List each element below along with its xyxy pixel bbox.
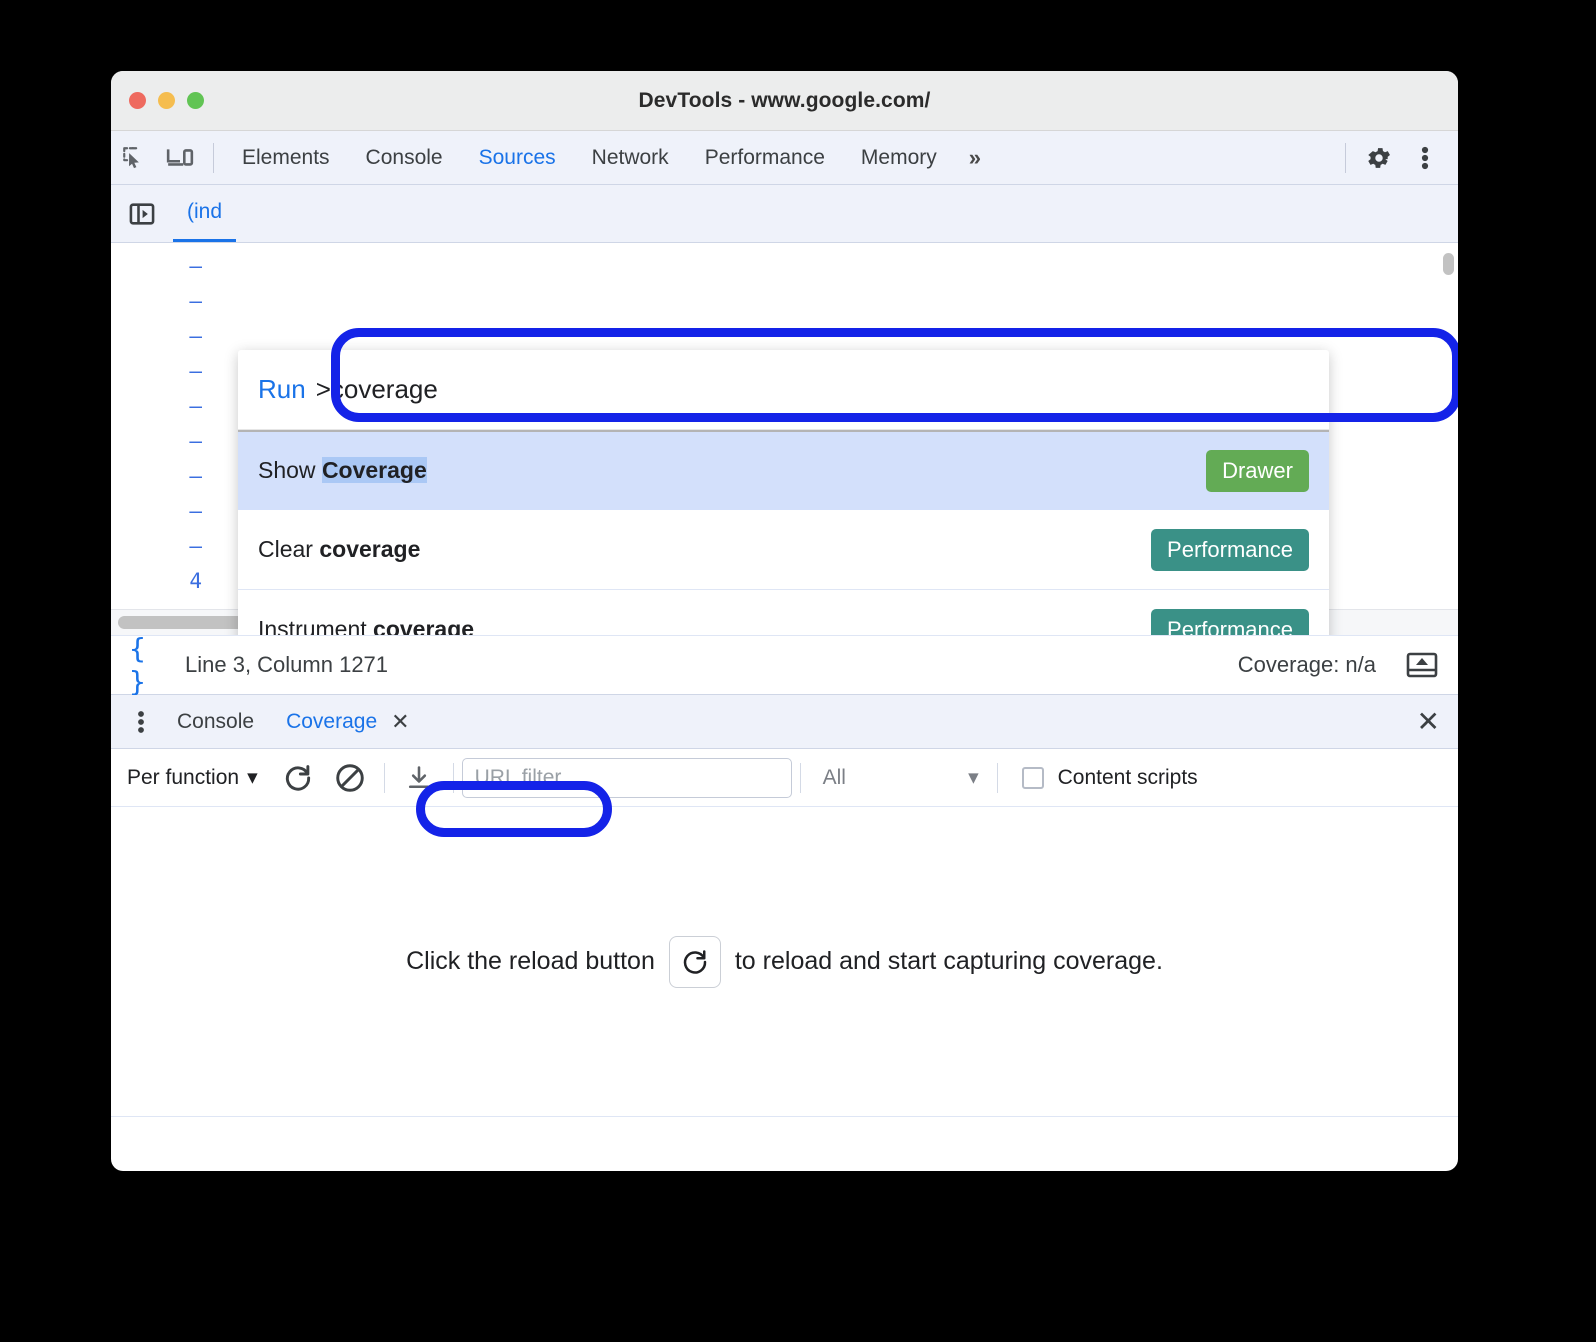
- coverage-toolbar-divider-2: [452, 762, 454, 793]
- coverage-stat-label: Coverage: n/a: [1237, 652, 1376, 677]
- palette-item-badge: Performance: [1151, 528, 1309, 571]
- gutter-line: –: [189, 254, 202, 278]
- palette-item-clear-coverage[interactable]: Clear coverage Performance: [238, 510, 1329, 590]
- drawer-tab-coverage[interactable]: Coverage ✕: [270, 696, 426, 748]
- window-title: DevTools - www.google.com/: [638, 88, 931, 112]
- chevron-down-icon: ▾: [247, 766, 258, 789]
- palette-item-prefix: Show: [258, 457, 322, 483]
- device-toolbar-icon[interactable]: [157, 138, 203, 178]
- show-navigator-icon[interactable]: [111, 185, 173, 242]
- palette-item-match: coverage: [373, 616, 475, 635]
- tab-memory[interactable]: Memory: [843, 132, 955, 184]
- gutter-line: –: [189, 324, 202, 348]
- coverage-mode-dropdown[interactable]: Per function ▾: [127, 765, 272, 790]
- toolbar-divider-right: [1345, 142, 1346, 173]
- window-minimize-button[interactable]: [158, 92, 175, 109]
- tab-network[interactable]: Network: [574, 132, 687, 184]
- gutter-line: –: [189, 499, 202, 523]
- gutter-line: –: [189, 534, 202, 558]
- palette-item-badge: Performance: [1151, 608, 1309, 635]
- window-close-button[interactable]: [129, 92, 146, 109]
- tab-performance[interactable]: Performance: [687, 132, 843, 184]
- editor-vertical-scrollbar[interactable]: [1443, 253, 1454, 275]
- cursor-position-label: Line 3, Column 1271: [185, 652, 389, 677]
- sources-subtoolbar: (ind: [111, 185, 1458, 243]
- coverage-panel-footer: [111, 1117, 1458, 1157]
- gutter-line: 4: [189, 569, 202, 593]
- coverage-empty-text-before: Click the reload button: [406, 947, 655, 975]
- drawer-tab-coverage-label: Coverage: [286, 709, 378, 733]
- command-palette-query-row[interactable]: Run >coverage: [238, 350, 1329, 430]
- coverage-panel-body: Click the reload button to reload and st…: [111, 807, 1458, 1117]
- more-tabs-kebab-icon[interactable]: [121, 709, 161, 735]
- reload-icon[interactable]: [668, 935, 721, 988]
- drawer-tab-console[interactable]: Console: [161, 696, 270, 748]
- coverage-toolbar-divider-4: [996, 762, 998, 793]
- download-export-icon[interactable]: [393, 756, 445, 800]
- window-titlebar: DevTools - www.google.com/: [111, 71, 1458, 131]
- coverage-toolbar-divider: [383, 762, 385, 793]
- drawer-close-icon[interactable]: ✕: [1417, 705, 1440, 738]
- editor-statusbar: { } Line 3, Column 1271 Coverage: n/a: [111, 632, 1458, 698]
- pretty-print-icon[interactable]: { }: [129, 632, 173, 698]
- tab-sources[interactable]: Sources: [461, 132, 574, 184]
- drawer-tab-coverage-close-icon[interactable]: ✕: [391, 709, 409, 735]
- palette-item-instrument-coverage[interactable]: Instrument coverage Performance: [238, 590, 1329, 635]
- content-scripts-label: Content scripts: [1057, 765, 1198, 789]
- palette-item-badge: Drawer: [1206, 449, 1309, 492]
- devtools-window: DevTools - www.google.com/ Elements Cons…: [111, 71, 1458, 1171]
- gutter-line: –: [189, 394, 202, 418]
- command-palette-run-label: Run: [258, 374, 306, 404]
- palette-item-prefix: Instrument: [258, 616, 374, 635]
- coverage-empty-message: Click the reload button to reload and st…: [406, 935, 1163, 988]
- palette-item-match: Coverage: [321, 457, 427, 483]
- url-filter-input[interactable]: URL filter: [461, 757, 792, 798]
- palette-item-prefix: Clear: [258, 536, 320, 562]
- editor-gutter: – – – – – – – – – 4 –: [111, 243, 216, 635]
- more-tabs-chevron-icon[interactable]: »: [955, 132, 995, 184]
- inspect-element-icon[interactable]: [111, 138, 157, 178]
- palette-item-show-coverage[interactable]: Show Coverage Drawer: [238, 430, 1329, 510]
- gear-icon[interactable]: [1356, 138, 1402, 178]
- palette-item-label: Show Coverage: [258, 457, 1206, 484]
- toolbar-divider: [213, 142, 214, 173]
- tab-console[interactable]: Console: [348, 132, 461, 184]
- coverage-toolbar: Per function ▾ URL filter All ▾ Content …: [111, 749, 1458, 807]
- chevron-down-icon: ▾: [968, 766, 979, 789]
- clear-all-icon[interactable]: [324, 756, 376, 800]
- coverage-empty-text-after: to reload and start capturing coverage.: [734, 947, 1163, 975]
- code-editor[interactable]: – – – – – – – – – 4 – n(b) {: [111, 243, 1458, 635]
- palette-item-label: Instrument coverage: [258, 616, 1151, 635]
- window-maximize-button[interactable]: [187, 92, 204, 109]
- coverage-mode-label: Per function: [127, 765, 240, 789]
- traffic-lights: [129, 92, 204, 109]
- editor-file-tab[interactable]: (ind: [173, 185, 237, 242]
- kebab-menu-icon[interactable]: [1402, 138, 1448, 178]
- gutter-line: –: [189, 359, 202, 383]
- close-drawer-icon[interactable]: [1402, 648, 1442, 682]
- gutter-line: –: [189, 289, 202, 313]
- type-filter-label: All: [822, 765, 846, 789]
- type-filter-dropdown[interactable]: All ▾: [809, 765, 989, 790]
- reload-icon[interactable]: [272, 756, 324, 800]
- palette-item-match: coverage: [319, 536, 421, 562]
- command-palette[interactable]: Run >coverage Show Coverage Drawer Clear…: [238, 350, 1329, 635]
- tab-elements[interactable]: Elements: [224, 132, 348, 184]
- content-scripts-checkbox[interactable]: [1021, 766, 1044, 789]
- toolbar-right-actions: [1335, 131, 1458, 184]
- gutter-line: –: [189, 464, 202, 488]
- command-palette-input-value[interactable]: >coverage: [316, 374, 438, 405]
- gutter-line: –: [189, 429, 202, 453]
- devtools-main-tabbar: Elements Console Sources Network Perform…: [111, 131, 1458, 185]
- content-scripts-checkbox-row[interactable]: Content scripts: [1006, 766, 1198, 790]
- palette-item-label: Clear coverage: [258, 536, 1151, 563]
- coverage-toolbar-divider-3: [799, 762, 801, 793]
- drawer-tabbar: Console Coverage ✕ ✕: [111, 695, 1458, 749]
